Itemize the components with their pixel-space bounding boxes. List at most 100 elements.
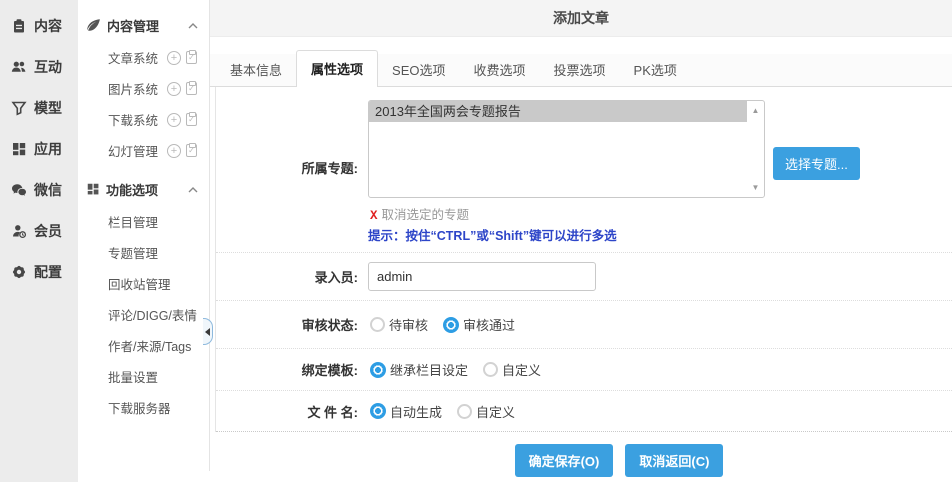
- sidebar-item-label: 模型: [34, 98, 62, 118]
- main-area: 添加文章 基本信息 属性选项 SEO选项 收费选项 投票选项 PK选项 所属专题…: [210, 0, 952, 482]
- sidebar-collapse-handle[interactable]: [203, 318, 213, 345]
- menu-item-download-server[interactable]: 下载服务器: [78, 392, 209, 423]
- tab-basic-info[interactable]: 基本信息: [216, 55, 296, 86]
- menu-item-label: 栏目管理: [108, 212, 158, 231]
- sidebar-item-member[interactable]: 会员: [0, 210, 78, 251]
- clipboard-icon: [11, 18, 27, 34]
- section-header-function-options[interactable]: 功能选项: [78, 172, 209, 206]
- tab-attribute-options[interactable]: 属性选项: [296, 50, 378, 87]
- member-icon: [11, 223, 27, 239]
- menu-item-recycle-bin[interactable]: 回收站管理: [78, 268, 209, 299]
- add-icon[interactable]: +: [167, 144, 181, 158]
- sidebar-item-label: 配置: [34, 262, 62, 282]
- add-icon[interactable]: +: [167, 51, 181, 65]
- sidebar-item-wechat[interactable]: 微信: [0, 169, 78, 210]
- chevron-up-icon[interactable]: [187, 185, 199, 194]
- radio-pending-review[interactable]: 待审核: [370, 315, 428, 334]
- primary-sidebar: 内容 互动 模型 应用 微信 会员 配置: [0, 0, 78, 482]
- radio-review-passed[interactable]: 审核通过: [443, 315, 515, 334]
- menu-item-column-management[interactable]: 栏目管理: [78, 206, 209, 237]
- sidebar-item-config[interactable]: 配置: [0, 251, 78, 292]
- scroll-up-icon[interactable]: ▲: [747, 106, 764, 115]
- editor-label: 录入员:: [216, 267, 364, 286]
- tab-bar: 基本信息 属性选项 SEO选项 收费选项 投票选项 PK选项: [210, 54, 952, 87]
- funnel-icon: [11, 100, 27, 116]
- menu-item-image-system[interactable]: 图片系统 + ✓: [78, 73, 209, 104]
- red-x-icon: X: [370, 209, 378, 223]
- tab-vote-options[interactable]: 投票选项: [540, 55, 620, 86]
- sidebar-item-label: 内容: [34, 16, 62, 36]
- filename-row: 文 件 名: 自动生成 自定义: [216, 391, 952, 432]
- grid-icon: [86, 182, 100, 196]
- menu-item-label: 幻灯管理: [108, 141, 158, 160]
- radio-icon: [370, 403, 386, 419]
- wechat-icon: [11, 182, 27, 198]
- pen-icon: [86, 18, 101, 33]
- sidebar-item-label: 微信: [34, 180, 62, 200]
- section-title: 内容管理: [107, 16, 159, 35]
- cancel-selected-topic-label: 取消选定的专题: [382, 208, 470, 222]
- menu-item-label: 评论/DIGG/表情: [108, 305, 197, 324]
- filename-group: 自动生成 自定义: [370, 402, 515, 421]
- manage-icon[interactable]: ✓: [186, 51, 197, 64]
- section-header-content-management[interactable]: 内容管理: [78, 8, 209, 42]
- tab-charge-options[interactable]: 收费选项: [460, 55, 540, 86]
- menu-item-label: 图片系统: [108, 79, 158, 98]
- bind-template-row: 绑定模板: 继承栏目设定 自定义: [216, 349, 952, 391]
- bind-template-group: 继承栏目设定 自定义: [370, 360, 541, 379]
- sidebar-item-apps[interactable]: 应用: [0, 128, 78, 169]
- manage-icon[interactable]: ✓: [186, 144, 197, 157]
- add-icon[interactable]: +: [167, 113, 181, 127]
- bind-template-label: 绑定模板:: [216, 360, 364, 379]
- menu-item-article-system[interactable]: 文章系统 + ✓: [78, 42, 209, 73]
- listbox-scrollbar[interactable]: ▲ ▼: [747, 101, 764, 197]
- sidebar-item-content[interactable]: 内容: [0, 5, 78, 46]
- menu-item-slideshow-management[interactable]: 幻灯管理 + ✓: [78, 135, 209, 166]
- page-title: 添加文章: [553, 8, 609, 28]
- menu-item-label: 下载系统: [108, 110, 158, 129]
- page-title-bar: 添加文章: [210, 0, 952, 37]
- radio-icon: [370, 317, 385, 332]
- menu-item-label: 下载服务器: [108, 398, 171, 417]
- cancel-button[interactable]: 取消返回(C): [625, 444, 723, 477]
- choose-topic-button[interactable]: 选择专题...: [773, 147, 860, 180]
- grid-icon: [11, 141, 27, 157]
- save-button[interactable]: 确定保存(O): [515, 444, 614, 477]
- topic-row: 所属专题: 2013年全国两会专题报告 ▲ ▼ 选择专题... X 取消选定的专题…: [216, 87, 952, 253]
- multiselect-tip: 提示：按住“CTRL”或“Shift”键可以进行多选: [368, 225, 617, 244]
- manage-icon[interactable]: ✓: [186, 113, 197, 126]
- sidebar-item-interaction[interactable]: 互动: [0, 46, 78, 87]
- tab-seo-options[interactable]: SEO选项: [378, 55, 459, 86]
- sidebar-item-label: 互动: [34, 57, 62, 77]
- radio-auto-generate[interactable]: 自动生成: [370, 402, 442, 421]
- menu-item-download-system[interactable]: 下载系统 + ✓: [78, 104, 209, 135]
- menu-item-author-source-tags[interactable]: 作者/来源/Tags: [78, 330, 209, 361]
- review-status-label: 审核状态:: [216, 315, 364, 334]
- chevron-up-icon[interactable]: [187, 21, 199, 30]
- scroll-down-icon[interactable]: ▼: [747, 183, 764, 192]
- filename-label: 文 件 名:: [216, 402, 364, 421]
- cancel-selected-topic-link[interactable]: X 取消选定的专题: [370, 204, 469, 223]
- radio-inherit-column[interactable]: 继承栏目设定: [370, 360, 468, 379]
- menu-item-label: 回收站管理: [108, 274, 171, 293]
- editor-input[interactable]: [368, 262, 596, 291]
- topic-label: 所属专题:: [216, 158, 364, 177]
- tab-pk-options[interactable]: PK选项: [620, 55, 691, 86]
- secondary-sidebar: 内容管理 文章系统 + ✓ 图片系统 + ✓ 下载系统 + ✓ 幻灯管理 + ✓…: [78, 0, 210, 471]
- topic-listbox[interactable]: 2013年全国两会专题报告 ▲ ▼: [368, 100, 765, 198]
- radio-filename-custom[interactable]: 自定义: [457, 402, 515, 421]
- review-status-row: 审核状态: 待审核 审核通过: [216, 301, 952, 349]
- radio-icon: [370, 362, 386, 378]
- sidebar-item-model[interactable]: 模型: [0, 87, 78, 128]
- radio-template-custom[interactable]: 自定义: [483, 360, 541, 379]
- topic-option-selected[interactable]: 2013年全国两会专题报告: [369, 101, 747, 122]
- app-window: 内容 互动 模型 应用 微信 会员 配置 内容管理: [0, 0, 952, 482]
- menu-item-label: 作者/来源/Tags: [108, 336, 191, 355]
- manage-icon[interactable]: ✓: [186, 82, 197, 95]
- users-icon: [11, 59, 27, 75]
- add-icon[interactable]: +: [167, 82, 181, 96]
- menu-item-topic-management[interactable]: 专题管理: [78, 237, 209, 268]
- menu-item-batch-settings[interactable]: 批量设置: [78, 361, 209, 392]
- sidebar-item-label: 应用: [34, 139, 62, 159]
- menu-item-comments-digg[interactable]: 评论/DIGG/表情: [78, 299, 209, 330]
